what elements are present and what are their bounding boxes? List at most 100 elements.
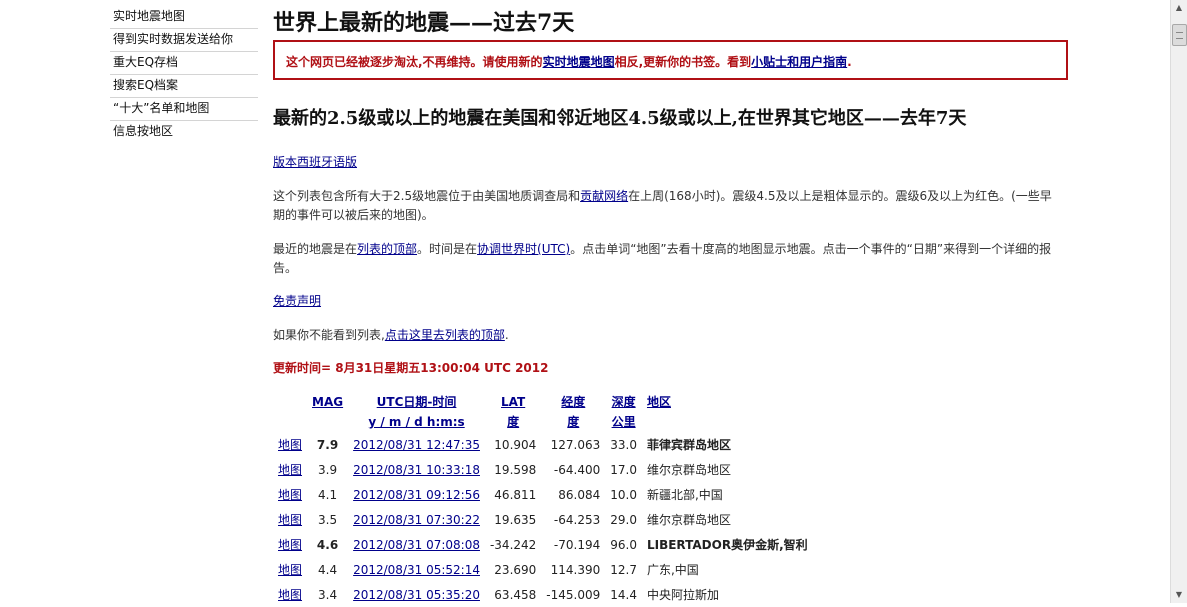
header-mag-label: MAG	[312, 395, 344, 409]
datetime-cell: 2012/08/31 10:33:18	[348, 457, 485, 482]
map-link[interactable]: 地图	[278, 588, 302, 602]
go-to-list-top-link[interactable]: 点击这里去列表的顶部	[385, 328, 505, 342]
table-body: 地图 7.9 2012/08/31 12:47:35 10.904 127.06…	[273, 432, 813, 607]
lat-cell: 19.635	[494, 512, 537, 527]
earthquake-table: MAG UTC日期-时间 y / m / d h:m:s LAT 度 经度度 深度公…	[273, 392, 813, 607]
header-depth[interactable]: 深度 公里	[605, 392, 642, 432]
notice-text-1: 这个网页已经被逐步淘汰,不再维持。请使用新的	[286, 55, 543, 69]
sidebar-item-top-ten[interactable]: “十大”名单和地图	[110, 98, 258, 121]
sidebar-item-info-by-region[interactable]: 信息按地区	[110, 121, 258, 143]
event-datetime-link[interactable]: 2012/08/31 10:33:18	[353, 463, 480, 477]
map-link[interactable]: 地图	[278, 438, 302, 452]
event-datetime-link[interactable]: 2012/08/31 09:12:56	[353, 488, 480, 502]
update-timestamp: 更新时间= 8月31日星期五13:00:04 UTC 2012	[273, 361, 549, 375]
mag-cell: 4.6	[316, 537, 339, 552]
depth-cell: 29.0	[610, 512, 637, 527]
lat-cell: 23.690	[494, 562, 537, 577]
header-depth-unit: 公里	[611, 415, 636, 429]
datetime-cell: 2012/08/31 09:12:56	[348, 482, 485, 507]
deprecation-notice: 这个网页已经被逐步淘汰,不再维持。请使用新的实时地震地图相反,更新你的书签。看到…	[273, 40, 1068, 80]
map-cell: 地图	[273, 507, 307, 532]
sidebar-item-realtime-map[interactable]: 实时地震地图	[110, 6, 258, 29]
region-cell: 中央阿拉斯加	[646, 588, 719, 602]
sidebar-item-major-eq-archive[interactable]: 重大EQ存档	[110, 52, 258, 75]
notice-tips-guide-link[interactable]: 小贴士和用户指南	[751, 55, 847, 69]
header-mag[interactable]: MAG	[307, 392, 348, 432]
mag-cell: 3.4	[318, 587, 338, 602]
depth-cell: 12.7	[610, 562, 637, 577]
header-datetime-label: UTC日期-时间	[376, 395, 457, 409]
scroll-up-arrow-icon[interactable]: ▲	[1171, 0, 1187, 16]
cannot-see-para: 如果你不能看到列表,点击这里去列表的顶部.	[273, 326, 509, 345]
lon-cell: 127.063	[550, 437, 601, 452]
description-text-1: 这个列表包含所有大于2.5级地震位于由美国地质调查局和	[273, 189, 581, 203]
list-top-link[interactable]: 列表的顶部	[357, 242, 417, 256]
header-lon[interactable]: 经度度	[541, 392, 605, 432]
notice-text-3: .	[847, 55, 852, 69]
lon-cell: 86.084	[558, 487, 601, 502]
contributing-networks-link[interactable]: 贡献网络	[580, 189, 628, 203]
mag-cell: 3.5	[318, 512, 338, 527]
header-datetime-format: y / m / d h:m:s	[368, 415, 465, 429]
utc-link[interactable]: 协调世界时(UTC)	[477, 242, 570, 256]
region-cell: 维尔京群岛地区	[646, 463, 731, 477]
depth-cell: 17.0	[610, 462, 637, 477]
map-link[interactable]: 地图	[278, 488, 302, 502]
description-para: 这个列表包含所有大于2.5级地震位于由美国地质调查局和贡献网络在上周(168小时…	[273, 187, 1053, 225]
lon-cell: -64.253	[553, 512, 601, 527]
disclaimer-link[interactable]: 免责声明	[273, 294, 321, 308]
notice-realtime-map-link[interactable]: 实时地震地图	[543, 55, 615, 69]
header-lat-unit: 度	[507, 415, 520, 429]
notice-text-2: 相反,更新你的书签。看到	[614, 55, 752, 69]
map-link[interactable]: 地图	[278, 463, 302, 477]
mag-cell: 7.9	[316, 437, 339, 452]
main-content: 世界上最新的地震——过去7天 这个网页已经被逐步淘汰,不再维持。请使用新的实时地…	[273, 0, 1073, 602]
map-link[interactable]: 地图	[278, 538, 302, 552]
table-row: 地图 3.4 2012/08/31 05:35:20 63.458 -145.0…	[273, 582, 813, 607]
sidebar-nav: 实时地震地图 得到实时数据发送给你 重大EQ存档 搜索EQ档案 “十大”名单和地…	[110, 6, 258, 143]
lat-cell: 46.811	[494, 487, 537, 502]
region-cell: 新疆北部,中国	[646, 488, 723, 502]
spanish-version-para: 版本西班牙语版	[273, 153, 357, 172]
map-cell: 地图	[273, 457, 307, 482]
header-datetime[interactable]: UTC日期-时间 y / m / d h:m:s	[348, 392, 485, 432]
map-cell: 地图	[273, 432, 307, 457]
map-link[interactable]: 地图	[278, 563, 302, 577]
datetime-cell: 2012/08/31 05:52:14	[348, 557, 485, 582]
cannot-see-text-end: .	[504, 328, 509, 342]
depth-cell: 10.0	[610, 487, 637, 502]
header-depth-label: 深度	[611, 395, 636, 409]
header-region[interactable]: 地区	[642, 392, 813, 432]
vertical-scrollbar[interactable]: ▲ ▼	[1170, 0, 1187, 603]
recent-text-1: 最近的地震是在	[273, 242, 358, 256]
page-title: 世界上最新的地震——过去7天	[273, 10, 575, 36]
scroll-down-arrow-icon[interactable]: ▼	[1171, 587, 1187, 603]
sidebar-item-search-eq-archive[interactable]: 搜索EQ档案	[110, 75, 258, 98]
lon-cell: -64.400	[553, 462, 601, 477]
lat-cell: 19.598	[494, 462, 537, 477]
header-lon-label: 经度	[561, 395, 586, 409]
cannot-see-text: 如果你不能看到列表,	[273, 328, 385, 342]
datetime-cell: 2012/08/31 07:30:22	[348, 507, 485, 532]
event-datetime-link[interactable]: 2012/08/31 05:35:20	[353, 588, 480, 602]
header-map	[273, 392, 307, 432]
spanish-version-link[interactable]: 版本西班牙语版	[273, 155, 357, 169]
event-datetime-link[interactable]: 2012/08/31 07:08:08	[353, 538, 480, 552]
event-datetime-link[interactable]: 2012/08/31 12:47:35	[353, 438, 480, 452]
event-datetime-link[interactable]: 2012/08/31 05:52:14	[353, 563, 480, 577]
header-lat[interactable]: LAT 度	[485, 392, 541, 432]
table-row: 地图 3.5 2012/08/31 07:30:22 19.635 -64.25…	[273, 507, 813, 532]
scroll-thumb[interactable]	[1172, 24, 1187, 46]
lon-cell: -70.194	[553, 537, 601, 552]
table-row: 地图 3.9 2012/08/31 10:33:18 19.598 -64.40…	[273, 457, 813, 482]
sidebar-item-realtime-data[interactable]: 得到实时数据发送给你	[110, 29, 258, 52]
header-region-label: 地区	[646, 395, 671, 409]
event-datetime-link[interactable]: 2012/08/31 07:30:22	[353, 513, 480, 527]
recent-text-2: 。时间是在	[417, 242, 478, 256]
lon-cell: -145.009	[546, 587, 601, 602]
map-link[interactable]: 地图	[278, 513, 302, 527]
datetime-cell: 2012/08/31 05:35:20	[348, 582, 485, 607]
region-cell: 维尔京群岛地区	[646, 513, 731, 527]
depth-cell: 96.0	[610, 537, 637, 552]
mag-cell: 4.1	[318, 487, 338, 502]
